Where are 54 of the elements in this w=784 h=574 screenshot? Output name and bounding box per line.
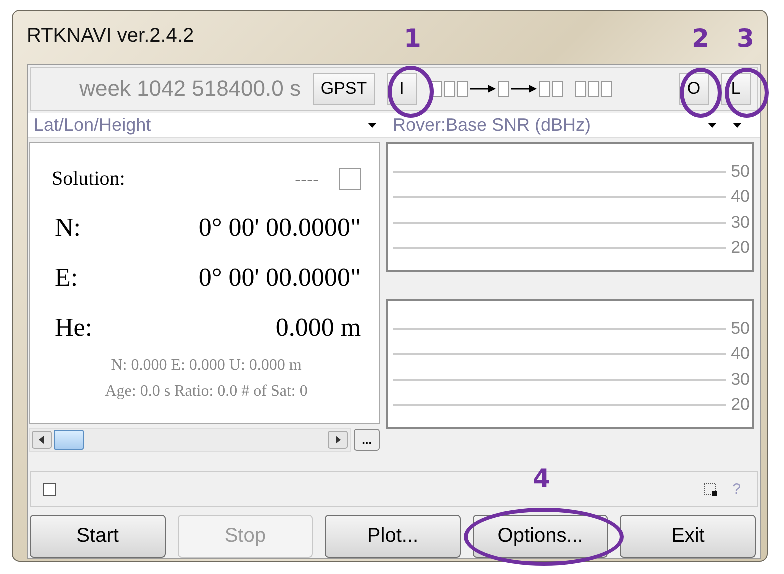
scroll-thumb[interactable] (54, 430, 84, 450)
window-title: RTKNAVI ver.2.4.2 (27, 25, 194, 47)
stream-status-icon (601, 81, 612, 97)
axis-label: 30 (730, 370, 750, 390)
plot-type-dropdown[interactable]: Rover:Base SNR (dBHz) (387, 114, 723, 136)
coordinate-value: 0° 00' 00.0000" (198, 263, 362, 293)
scroll-left-icon (32, 431, 52, 449)
stream-status-icon (552, 81, 563, 97)
action-button[interactable]: Start (30, 515, 166, 558)
coordinate-value: 0.000 m (276, 313, 362, 343)
more-button[interactable]: ... (354, 429, 380, 451)
caret-icon (708, 122, 717, 128)
coordinate-value: 0° 00' 00.0000" (198, 213, 362, 243)
stream-status-icon (457, 81, 468, 97)
coordinate-label: He: (55, 313, 93, 343)
coordinate-label: N: (55, 213, 81, 243)
solution-label: Solution: (52, 168, 126, 190)
caret-icon (732, 122, 742, 128)
axis-label: 20 (730, 395, 750, 416)
detail-text: N: 0.000 E: 0.000 U: 0.000 m (110, 356, 303, 376)
action-button[interactable]: Plot... (325, 515, 461, 558)
action-button[interactable]: Exit (620, 515, 756, 558)
checkbox[interactable] (43, 482, 56, 496)
coordinate-label: E: (55, 263, 78, 293)
callout-number: 3 (737, 24, 754, 53)
stream-status-icon (498, 81, 509, 97)
scroll-right-icon (328, 431, 348, 449)
solution-format-dropdown[interactable]: Lat/Lon/Height (28, 114, 383, 136)
arrow-icon (511, 84, 537, 94)
detail-text: Age: 0.0 s Ratio: 0.0 # of Sat: 0 (104, 382, 309, 402)
callout-number: 4 (533, 464, 550, 493)
axis-label: 40 (730, 187, 750, 208)
callout-number: 1 (404, 24, 422, 53)
resize-grip-icon (704, 482, 717, 496)
axis-label: 40 (730, 344, 750, 364)
axis-label: 50 (730, 162, 750, 182)
stream-status-icon (575, 81, 586, 97)
solution-status: ---- (295, 168, 320, 190)
stream-status-icon (444, 81, 455, 97)
axis-label: 50 (730, 318, 750, 339)
axis-label: 30 (730, 212, 750, 233)
action-button[interactable]: Options... (472, 515, 608, 558)
horizontal-scrollbar[interactable] (29, 428, 352, 452)
caret-icon (368, 122, 377, 128)
stream-status-icon (539, 81, 550, 97)
time-display: week 1042 518400.0 s (78, 76, 301, 102)
arrow-icon (470, 84, 496, 94)
callout-ring (680, 68, 722, 118)
callout-ring (725, 68, 769, 118)
stream-status-icon (588, 81, 599, 97)
axis-label: 20 (730, 238, 750, 258)
time-system-button[interactable]: GPST (313, 73, 375, 105)
callout-ring (388, 66, 434, 118)
callout-number: 2 (692, 24, 710, 53)
